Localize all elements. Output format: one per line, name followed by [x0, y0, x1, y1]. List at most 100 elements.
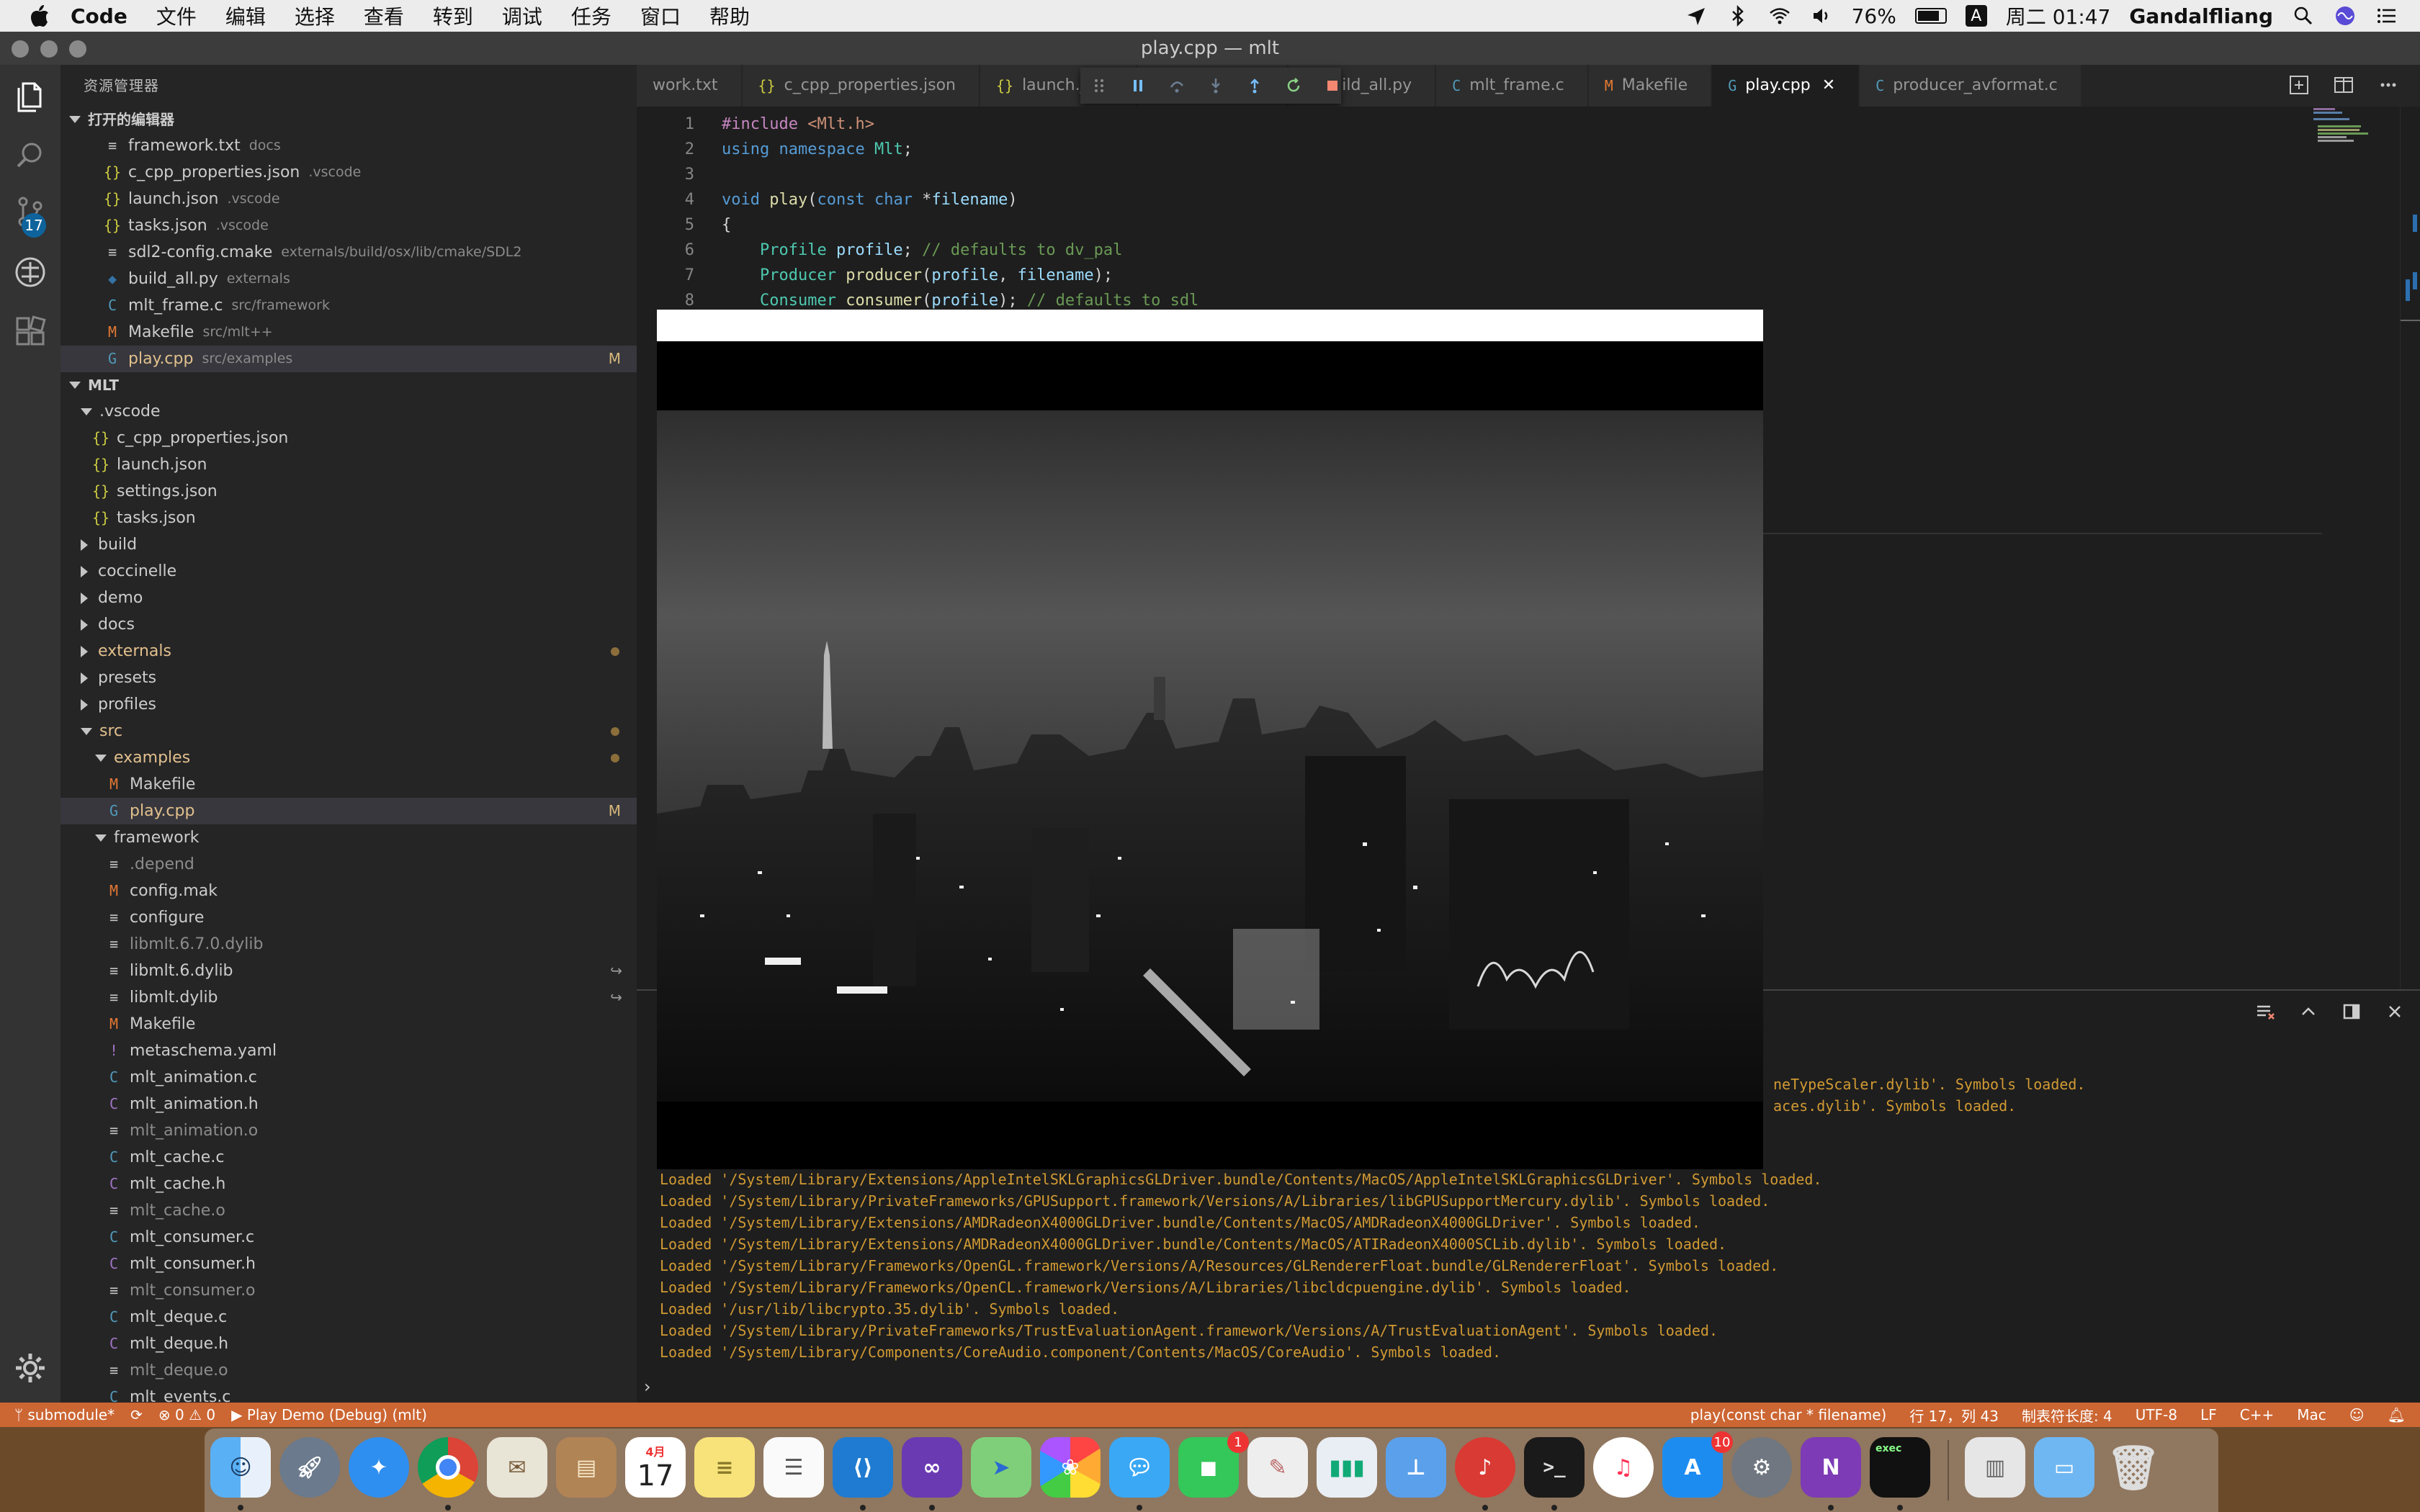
- encoding-status[interactable]: UTF-8: [2136, 1406, 2177, 1423]
- language-mode-status[interactable]: C++: [2240, 1406, 2274, 1423]
- split-editor-icon[interactable]: [2332, 73, 2355, 96]
- code-line[interactable]: #include <Mlt.h>: [722, 115, 874, 133]
- tree-file[interactable]: M Makefile: [60, 771, 637, 798]
- overview-ruler[interactable]: [2400, 107, 2420, 989]
- contacts-icon[interactable]: ▤: [556, 1437, 617, 1498]
- calendar-icon[interactable]: 4月 17: [625, 1437, 686, 1498]
- tree-folder-vscode[interactable]: .vscode: [60, 398, 637, 425]
- close-tab-icon[interactable]: ✕: [1822, 65, 1835, 107]
- open-editors-header[interactable]: 打开的编辑器: [60, 107, 637, 132]
- tree-file[interactable]: Cmlt_events.c: [60, 1384, 637, 1403]
- itunes-icon[interactable]: ♫: [1593, 1437, 1654, 1498]
- tree-folder[interactable]: presets: [60, 665, 637, 691]
- terminal-icon[interactable]: >_: [1524, 1437, 1585, 1498]
- tree-file[interactable]: Gplay.cpp M: [60, 798, 637, 824]
- clear-console-icon[interactable]: [2254, 1001, 2276, 1022]
- close-window-button[interactable]: [12, 40, 29, 58]
- tree-file[interactable]: Cmlt_cache.h: [60, 1171, 637, 1197]
- keynote-icon[interactable]: ⊥: [1386, 1437, 1446, 1498]
- tree-file[interactable]: Cmlt_consumer.h: [60, 1251, 637, 1277]
- maps-icon[interactable]: ➤: [971, 1437, 1031, 1498]
- search-icon[interactable]: [13, 138, 48, 173]
- menu-selection[interactable]: 选择: [295, 1, 335, 30]
- more-actions-icon[interactable]: [2377, 73, 2400, 96]
- open-editor-item[interactable]: Gplay.cpp src/examples M: [60, 346, 637, 372]
- explorer-icon[interactable]: [13, 79, 48, 114]
- editor-tab[interactable]: M Makefile: [1588, 65, 1713, 107]
- current-function-status[interactable]: play(const char * filename): [1690, 1406, 1887, 1423]
- system-preferences-icon[interactable]: ⚙: [1731, 1437, 1792, 1498]
- debug-toolbar[interactable]: [1080, 68, 1341, 104]
- editor-tab[interactable]: work.txt: [637, 65, 743, 107]
- tree-file[interactable]: ≡ .depend: [60, 851, 637, 878]
- tree-file[interactable]: ! metaschema.yaml: [60, 1038, 637, 1064]
- cursor-position-status[interactable]: 行 17，列 43: [1909, 1405, 1999, 1426]
- open-editor-item[interactable]: M Makefile src/mlt++: [60, 319, 637, 346]
- step-into-icon[interactable]: [1207, 77, 1224, 94]
- menubar-clock[interactable]: 周二 01:47: [2006, 1, 2111, 30]
- spotlight-search-icon[interactable]: [2292, 4, 2315, 27]
- tree-file[interactable]: ≡ libmlt.6.7.0.dylib: [60, 931, 637, 958]
- tree-file[interactable]: ≡ mlt_animation.o: [60, 1117, 637, 1144]
- problems-status[interactable]: ⊗ 0 ⚠ 0: [158, 1406, 215, 1423]
- editor-tab[interactable]: Cproducer_avformat.c: [1860, 65, 2082, 107]
- tree-file[interactable]: {} c_cpp_properties.json: [60, 425, 637, 451]
- open-editor-item[interactable]: ≡ framework.txt docs: [60, 132, 637, 159]
- visual-studio-icon[interactable]: ∞: [902, 1437, 962, 1498]
- menu-view[interactable]: 查看: [364, 1, 404, 30]
- tree-folder-framework[interactable]: framework: [60, 824, 637, 851]
- feedback-smiley-icon[interactable]: ☺: [2349, 1406, 2365, 1423]
- project-header[interactable]: MLT: [60, 372, 637, 398]
- step-out-icon[interactable]: [1246, 77, 1263, 94]
- notes-icon[interactable]: ≡: [694, 1437, 755, 1498]
- tree-file[interactable]: Cmlt_animation.c: [60, 1064, 637, 1091]
- open-editor-item[interactable]: ◆ build_all.py externals: [60, 266, 637, 292]
- window-titlebar[interactable]: play.cpp — mlt: [0, 32, 2420, 65]
- tree-folder[interactable]: demo: [60, 585, 637, 611]
- reminders-icon[interactable]: ☰: [763, 1437, 824, 1498]
- downloads-folder-icon[interactable]: ▭: [2034, 1437, 2094, 1498]
- tree-file[interactable]: Cmlt_deque.h: [60, 1331, 637, 1357]
- menu-debug[interactable]: 调试: [502, 1, 542, 30]
- code-line[interactable]: void play(const char *filename): [722, 191, 1018, 209]
- extensions-icon[interactable]: [13, 314, 48, 348]
- numbers-icon[interactable]: ▮▮▮: [1317, 1437, 1377, 1498]
- code-line[interactable]: Consumer consumer(profile); // defaults …: [722, 292, 1198, 310]
- tree-file[interactable]: ≡ configure: [60, 904, 637, 931]
- menubar-user[interactable]: Gandalfliang: [2129, 4, 2273, 28]
- code-line[interactable]: {: [722, 216, 731, 234]
- video-playback-window[interactable]: [657, 310, 1763, 1169]
- tree-folder[interactable]: externals: [60, 638, 637, 665]
- stop-icon[interactable]: [1324, 77, 1341, 94]
- eol-status[interactable]: LF: [2200, 1406, 2217, 1423]
- tree-file[interactable]: ≡ libmlt.6.dylib ↪: [60, 958, 637, 984]
- tree-file[interactable]: ≡ mlt_deque.o: [60, 1357, 637, 1384]
- tree-file[interactable]: Cmlt_cache.c: [60, 1144, 637, 1171]
- tree-folder[interactable]: profiles: [60, 691, 637, 718]
- editor-tab[interactable]: Gplay.cpp ✕: [1712, 65, 1860, 107]
- trash-icon[interactable]: 🗑︎: [2103, 1437, 2164, 1498]
- editor-tab[interactable]: Cmlt_frame.c: [1436, 65, 1589, 107]
- notifications-bell-icon[interactable]: 🔔︎: [2388, 1406, 2406, 1423]
- code-line[interactable]: Profile profile; // defaults to dv_pal: [722, 241, 1122, 259]
- open-editor-item[interactable]: {} tasks.json .vscode: [60, 212, 637, 239]
- finder-icon[interactable]: ☺: [210, 1437, 271, 1498]
- sync-icon[interactable]: ⟳: [130, 1406, 143, 1423]
- menu-edit[interactable]: 编辑: [225, 1, 266, 30]
- tree-file[interactable]: {} settings.json: [60, 478, 637, 505]
- tree-file[interactable]: ≡ mlt_consumer.o: [60, 1277, 637, 1304]
- menu-window[interactable]: 窗口: [640, 1, 681, 30]
- photos-icon[interactable]: ❀: [1040, 1437, 1101, 1498]
- code-line[interactable]: using namespace Mlt;: [722, 140, 913, 158]
- exec-terminal-icon[interactable]: exec: [1870, 1437, 1930, 1498]
- pages-icon[interactable]: ✎: [1247, 1437, 1308, 1498]
- safari-icon[interactable]: ✦: [349, 1437, 409, 1498]
- zoom-window-button[interactable]: [69, 40, 86, 58]
- documents-stack-icon[interactable]: ▥: [1965, 1437, 2025, 1498]
- editor-tab[interactable]: {} c_cpp_properties.json: [742, 65, 980, 107]
- code-line[interactable]: Producer producer(profile, filename);: [722, 266, 1113, 284]
- pause-icon[interactable]: [1129, 77, 1147, 94]
- tree-file[interactable]: ≡ mlt_cache.o: [60, 1197, 637, 1224]
- notification-center-icon[interactable]: [2375, 4, 2398, 27]
- tree-file[interactable]: Cmlt_consumer.c: [60, 1224, 637, 1251]
